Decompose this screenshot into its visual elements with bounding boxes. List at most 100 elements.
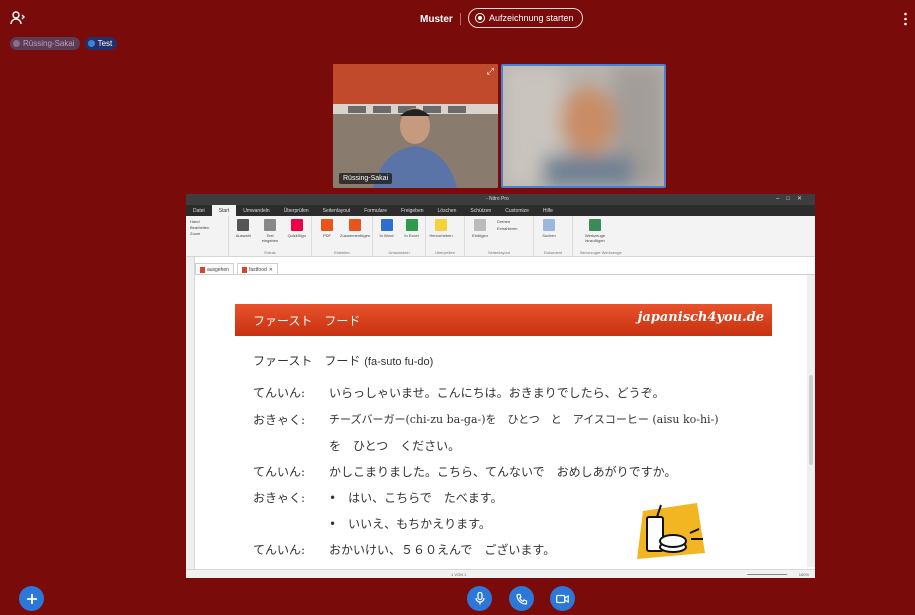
pdf-file-icon (200, 267, 205, 273)
search-icon (543, 219, 555, 231)
top-bar: Muster Aufzeichnung starten (0, 0, 915, 38)
ribbon-group-name: Seitenlayout (487, 250, 510, 255)
webcam-video-right[interactable] (501, 64, 666, 188)
expand-icon[interactable]: ⤢ (487, 66, 494, 77)
extract-button[interactable]: Extrahieren (497, 226, 517, 231)
heading-line: ファースト フード (fa-suto fu-do) (253, 352, 433, 369)
document-tabs: ausgehen fastfood ✕ (195, 263, 815, 275)
talker-chip[interactable]: Test (84, 37, 118, 50)
menu-item[interactable]: Überprüfen (277, 205, 316, 216)
zoom-slider[interactable] (747, 574, 787, 575)
ribbon-group-name: Umwandeln (388, 250, 410, 255)
webcam-video-left[interactable]: ⤢ Rüssing-Sakai (333, 64, 498, 188)
record-label: Aufzeichnung starten (489, 13, 574, 23)
actions-plus-button[interactable] (19, 586, 44, 611)
menu-item[interactable]: Schützen (463, 205, 498, 216)
vertical-scrollbar[interactable] (807, 275, 815, 567)
window-controls[interactable]: –□✕ (776, 195, 809, 202)
text-icon (264, 219, 276, 231)
plus-icon (26, 593, 37, 604)
ribbon: Hand Bearbeiten Zoom Auswahl Text eingeb… (186, 216, 815, 257)
microphone-button[interactable] (467, 586, 492, 611)
sign-icon (290, 219, 303, 231)
participants-icon[interactable] (10, 10, 26, 26)
insert-icon (474, 219, 486, 231)
video-name-tag: Rüssing-Sakai (339, 173, 393, 184)
presentation-title: Muster (420, 14, 453, 25)
select-icon (237, 219, 250, 231)
ribbon-group: Suchen Dokument (534, 216, 573, 256)
ribbon-group-name: Dokument (543, 250, 563, 255)
speaker-label: おきゃく: (253, 413, 306, 427)
record-icon (475, 13, 485, 23)
ribbon-group-name: Erstellen (334, 250, 350, 255)
doc-tab-active[interactable]: fastfood ✕ (236, 263, 278, 274)
menu-item[interactable]: Formulare (357, 205, 394, 216)
speaker-label: おきゃく: (253, 491, 306, 505)
conference-stage: Muster Aufzeichnung starten Rüssing-Saka… (0, 0, 915, 615)
page-indicator[interactable]: 1 VON 1 (451, 572, 466, 577)
utterance: いらっしゃいませ。こんにちは。おきまりでしたら、どうぞ。 (329, 386, 665, 400)
more-options-icon[interactable] (904, 12, 907, 26)
talker-name: Test (97, 39, 113, 48)
utterance: おかいけい、５６０えんで ございます。 (329, 543, 556, 557)
highlight-icon (435, 219, 447, 231)
camera-button[interactable] (550, 586, 575, 611)
mic-icon (13, 40, 20, 47)
brand-logo-text: japanisch4you.de (637, 310, 764, 325)
rotate-button[interactable]: Drehen (497, 219, 517, 224)
menu-item[interactable]: Customize (498, 205, 536, 216)
ribbon-tools-group: Hand Bearbeiten Zoom (186, 216, 229, 256)
ribbon-group: Auswahl Text eingeben QuickSign Extras (229, 216, 312, 256)
menu-item[interactable]: Start (211, 205, 237, 216)
utterance: • はい、こちらで たべます。 (329, 491, 503, 505)
webcam-image (333, 64, 498, 188)
menu-item[interactable]: Löschen (431, 205, 464, 216)
screen-share[interactable]: - Nitro Pro –□✕ Datei Start Umwandeln Üb… (186, 194, 815, 578)
ribbon-group: Einfügen Drehen Extrahieren Seitenlayout (465, 216, 534, 256)
close-icon[interactable]: ✕ (269, 267, 273, 273)
audio-phone-button[interactable] (509, 586, 534, 611)
tool-zoom[interactable]: Zoom (190, 231, 224, 236)
doc-tab[interactable]: ausgehen (195, 263, 234, 274)
blurred-webcam-image (503, 66, 664, 186)
menu-item[interactable]: Umwandeln (236, 205, 276, 216)
pdf-file-icon (241, 267, 247, 273)
mic-icon (87, 40, 95, 47)
ribbon-group: In Word In Excel Umwandeln (373, 216, 426, 256)
ribbon-group: Hervorheben Überprüfen (426, 216, 465, 256)
word-icon (380, 219, 393, 231)
heading-romaji: (fa-suto fu-do) (364, 356, 434, 368)
speaker-label: てんいん: (253, 465, 306, 479)
title-divider (460, 13, 461, 25)
banner-title: ファースト フード (253, 314, 361, 328)
tool-hand[interactable]: Hand (190, 219, 224, 224)
menu-item[interactable]: Seitenlayout (316, 205, 358, 216)
app-titlebar: - Nitro Pro –□✕ (186, 194, 815, 205)
utterance: • いいえ、もちかえります。 (329, 517, 491, 531)
merge-icon (349, 219, 361, 231)
tool-edit[interactable]: Bearbeiten (190, 225, 224, 230)
menu-item[interactable]: Datei (186, 205, 212, 216)
pdf-page[interactable]: ファースト フード japanisch4you.de ファースト フード (fa… (195, 275, 806, 567)
speaker-label: てんいん: (253, 543, 306, 557)
talking-indicators: Rüssing-Sakai Test (10, 37, 118, 50)
utterance: を ひとつ ください。 (329, 439, 461, 453)
excel-icon (405, 219, 418, 231)
ribbon-group-name: Überprüfen (434, 250, 455, 255)
menu-item[interactable]: Hilfe (536, 205, 560, 216)
menu-item[interactable]: Freigeben (394, 205, 431, 216)
ribbon-group-name: Extras (264, 250, 276, 255)
fastfood-illustration (637, 503, 705, 559)
talker-chip[interactable]: Rüssing-Sakai (10, 37, 80, 50)
side-pane[interactable] (186, 257, 195, 569)
ribbon-group: Werkzeuge hinzufügen Bevorzugte Werkzeug… (573, 216, 629, 256)
app-statusbar: 1 VON 1 160% (186, 569, 815, 578)
microphone-icon (474, 592, 485, 605)
page-banner: ファースト フード japanisch4you.de (235, 304, 772, 336)
heading-jp: ファースト フード (253, 354, 361, 368)
record-button[interactable]: Aufzeichnung starten (468, 8, 583, 28)
app-window-title: - Nitro Pro (486, 196, 509, 202)
scroll-thumb[interactable] (809, 375, 813, 465)
speaker-label: てんいん: (253, 386, 306, 400)
